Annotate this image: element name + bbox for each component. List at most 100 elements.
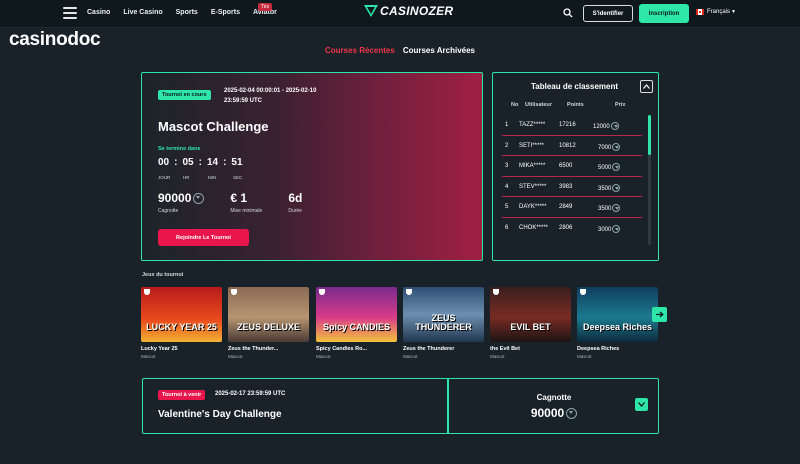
scrollbar-thumb[interactable] xyxy=(648,115,651,155)
game-art-title: Spicy CANDIES xyxy=(322,322,391,332)
row-points: 6500 xyxy=(559,163,573,169)
row-no: 6 xyxy=(505,224,509,231)
tournament-dates: 2025-02-04 00:00:01 - 2025-02-10 23:59:5… xyxy=(224,88,317,104)
arrow-right-icon xyxy=(655,311,664,318)
game-provider: Mascot xyxy=(316,354,331,359)
tab-archived[interactable]: Courses Archivées xyxy=(403,46,475,55)
leaderboard-scrollbar[interactable] xyxy=(648,115,651,245)
tournament-card: Tournoi en cours 2025-02-04 00:00:01 - 2… xyxy=(141,72,483,261)
game-name[interactable]: Zeus the Thunder... xyxy=(228,346,309,352)
menu-icon[interactable] xyxy=(63,7,77,19)
chevron-down-icon xyxy=(638,402,645,407)
nav-badge: Tirs xyxy=(258,3,273,11)
countdown-separator: : xyxy=(174,157,178,168)
trophy-icon xyxy=(406,289,412,295)
language-selector[interactable]: Français ▼ xyxy=(696,9,736,15)
game-provider: Mascot xyxy=(141,354,156,359)
label-seconds: SEC xyxy=(233,175,243,180)
header-no: No xyxy=(511,102,519,108)
top-navbar: Casino Live Casino Sports E-Sports Aviat… xyxy=(0,0,800,28)
table-row: 4 STEV***** 3983 3500 xyxy=(502,177,642,197)
game-name[interactable]: Spicy Candies Ro... xyxy=(316,346,397,352)
tab-recent[interactable]: Courses Récentes xyxy=(325,46,395,55)
game-thumbnail[interactable]: ZEUS DELUXE xyxy=(228,287,309,342)
leaderboard-title: Tableau de classement xyxy=(531,82,618,91)
game-thumbnail[interactable]: LUCKY YEAR 25 xyxy=(141,287,222,342)
game-thumbnail[interactable]: Spicy CANDIES xyxy=(316,287,397,342)
games-carousel: LUCKY YEAR 25 Lucky Year 25 Mascot ZEUS … xyxy=(141,287,667,365)
game-art-title: ZEUS THUNDERER xyxy=(415,313,472,332)
game-card[interactable]: Deepsea Riches Deepsea Riches Mascot xyxy=(577,287,658,359)
row-prize: 5000 xyxy=(598,163,621,171)
game-name[interactable]: the Evil Bet xyxy=(490,346,571,352)
coin-icon xyxy=(612,142,621,151)
min-bet-label: Mise minimale xyxy=(230,208,263,214)
leaderboard-rows[interactable]: 1 TAZZ***** 17216 12000 2 SETI***** 10812 7000… xyxy=(502,115,642,233)
countdown-days: 00 xyxy=(158,157,170,168)
row-user: DAYK***** xyxy=(519,204,547,210)
game-provider: Mascot xyxy=(577,354,592,359)
row-no: 3 xyxy=(505,163,509,169)
game-thumbnail[interactable]: EVIL BET xyxy=(490,287,571,342)
table-row: 2 SETI***** 10812 7000 xyxy=(502,136,642,156)
prize-value: 5000 xyxy=(598,165,612,171)
game-card[interactable]: EVIL BET the Evil Bet Mascot xyxy=(490,287,571,359)
coin-icon xyxy=(610,122,619,130)
tournament-tabs: Courses Récentes Courses Archivées xyxy=(0,46,800,55)
game-art-title: ZEUS DELUXE xyxy=(236,322,300,332)
jackpot-value: 90000 xyxy=(158,191,192,205)
nav-esports[interactable]: E-Sports xyxy=(211,9,240,16)
tournament-stats: 90000 Cagnotte € 1 Mise minimale 6d Duré… xyxy=(158,191,328,214)
prize-value: 3500 xyxy=(598,185,612,192)
duration-value: 6d xyxy=(288,191,303,205)
upcoming-title: Valentine's Day Challenge xyxy=(158,409,282,420)
row-user: MIKA***** xyxy=(519,163,546,169)
nav-sports[interactable]: Sports xyxy=(176,9,198,16)
upcoming-date: 2025-02-17 23:59:59 UTC xyxy=(215,391,286,397)
countdown: 00: 05: 14: 51 xyxy=(158,157,243,168)
game-name[interactable]: Lucky Year 25 xyxy=(141,346,222,352)
game-name[interactable]: Deepsea Riches xyxy=(577,346,658,352)
join-tournament-button[interactable]: Rejoindre Le Tournoi xyxy=(158,229,249,246)
row-points: 3983 xyxy=(559,183,573,190)
row-no: 1 xyxy=(505,122,509,128)
game-card[interactable]: ZEUS DELUXE Zeus the Thunder... Mascot xyxy=(228,287,309,359)
upcoming-tournament-card: Tournoi à venir 2025-02-17 23:59:59 UTC … xyxy=(142,378,659,434)
expand-button[interactable] xyxy=(635,398,648,411)
prize-value: 3000 xyxy=(598,226,612,233)
game-name[interactable]: Zeus the Thunderer xyxy=(403,346,484,352)
row-prize: 7000 xyxy=(598,142,621,151)
row-points: 2806 xyxy=(559,224,573,231)
signup-button[interactable]: Inscription xyxy=(639,4,689,23)
collapse-button[interactable] xyxy=(640,80,653,93)
table-row: 6 CHOK***** 2806 3000 xyxy=(502,218,642,234)
coin-icon xyxy=(193,192,205,204)
header-points: Points xyxy=(567,102,584,108)
game-thumbnail[interactable]: ZEUS THUNDERER xyxy=(403,287,484,342)
status-badge: Tournoi en cours xyxy=(158,90,211,100)
nav-live-casino[interactable]: Live Casino xyxy=(123,9,162,16)
game-art-title: Deepsea Riches xyxy=(582,322,653,332)
search-icon[interactable] xyxy=(563,8,573,18)
game-thumbnail[interactable]: Deepsea Riches xyxy=(577,287,658,342)
stat-jackpot: 90000 Cagnotte xyxy=(158,191,205,214)
prize-value: 12000 xyxy=(593,124,610,130)
nav-casino[interactable]: Casino xyxy=(87,9,110,16)
logo-icon xyxy=(364,5,378,17)
game-card[interactable]: LUCKY YEAR 25 Lucky Year 25 Mascot xyxy=(141,287,222,359)
label-hours: HR xyxy=(183,175,190,180)
casinozer-logo[interactable]: CASINOZER xyxy=(364,4,453,18)
row-prize: 3500 xyxy=(598,204,621,212)
game-art-title: EVIL BET xyxy=(510,322,551,332)
row-points: 2849 xyxy=(559,204,573,210)
game-art-title: LUCKY YEAR 25 xyxy=(146,322,217,332)
row-prize: 3000 xyxy=(598,224,621,233)
coin-icon xyxy=(612,224,621,233)
row-no: 2 xyxy=(505,142,509,149)
game-card[interactable]: Spicy CANDIES Spicy Candies Ro... Mascot xyxy=(316,287,397,359)
row-points: 17216 xyxy=(559,122,576,128)
login-button[interactable]: S'identifier xyxy=(583,5,633,22)
carousel-next-button[interactable] xyxy=(652,307,667,322)
game-card[interactable]: ZEUS THUNDERER Zeus the Thunderer Mascot xyxy=(403,287,484,359)
row-no: 5 xyxy=(505,204,509,210)
